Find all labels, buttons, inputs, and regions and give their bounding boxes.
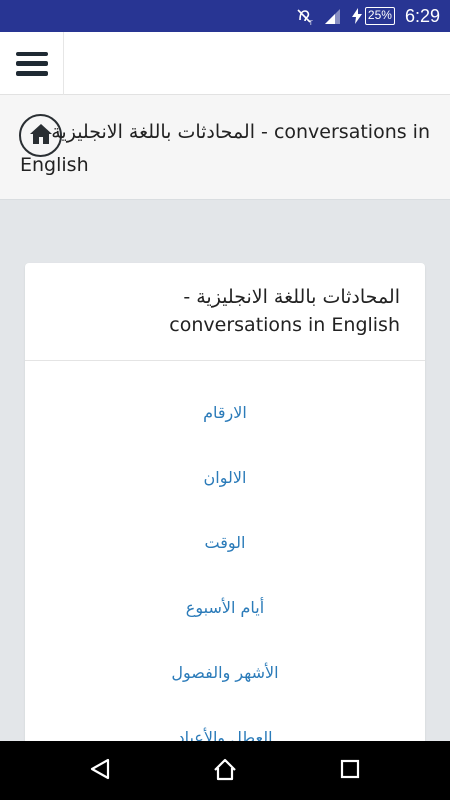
category-link-colors[interactable]: الالوان	[25, 468, 425, 487]
signal-icon	[323, 7, 341, 25]
hearing-aid-off-icon: T	[295, 7, 313, 27]
home-icon	[29, 123, 53, 149]
status-time: 6:29	[404, 5, 440, 26]
back-triangle-icon	[88, 757, 112, 785]
recents-square-icon	[339, 758, 361, 784]
home-nav-button[interactable]	[195, 741, 255, 800]
card-header: المحادثات باللغة الانجليزية - conversati…	[25, 263, 425, 361]
status-bar: T 25% 6:29	[0, 0, 450, 32]
breadcrumb: conversations in - المحادثات باللغة الان…	[0, 95, 450, 200]
category-card: المحادثات باللغة الانجليزية - conversati…	[25, 263, 425, 763]
menu-button[interactable]	[0, 32, 64, 95]
svg-text:T: T	[308, 20, 313, 25]
battery-indicator: 25%	[351, 7, 395, 25]
card-title-line2: conversations in English	[169, 314, 400, 336]
back-button[interactable]	[70, 741, 130, 800]
breadcrumb-title-line2: English	[20, 154, 89, 176]
category-link-weekdays[interactable]: أيام الأسبوع	[25, 598, 425, 617]
breadcrumb-title-line1: conversations in - المحادثات باللغة الان…	[51, 121, 430, 143]
card-title: المحادثات باللغة الانجليزية - conversati…	[169, 283, 400, 339]
category-link-months-seasons[interactable]: الأشهر والفصول	[25, 663, 425, 682]
hamburger-menu-icon	[15, 51, 48, 76]
app-bar	[0, 32, 450, 95]
battery-icon: 25%	[364, 7, 395, 25]
card-title-line1: المحادثات باللغة الانجليزية -	[183, 286, 400, 308]
home-circle-icon	[212, 756, 238, 786]
battery-level: 25%	[367, 8, 392, 22]
system-nav-bar	[0, 741, 450, 800]
charging-bolt-icon	[351, 7, 363, 25]
category-link-time[interactable]: الوقت	[25, 533, 425, 552]
category-link-numbers[interactable]: الارقام	[25, 403, 425, 422]
recents-button[interactable]	[320, 741, 380, 800]
